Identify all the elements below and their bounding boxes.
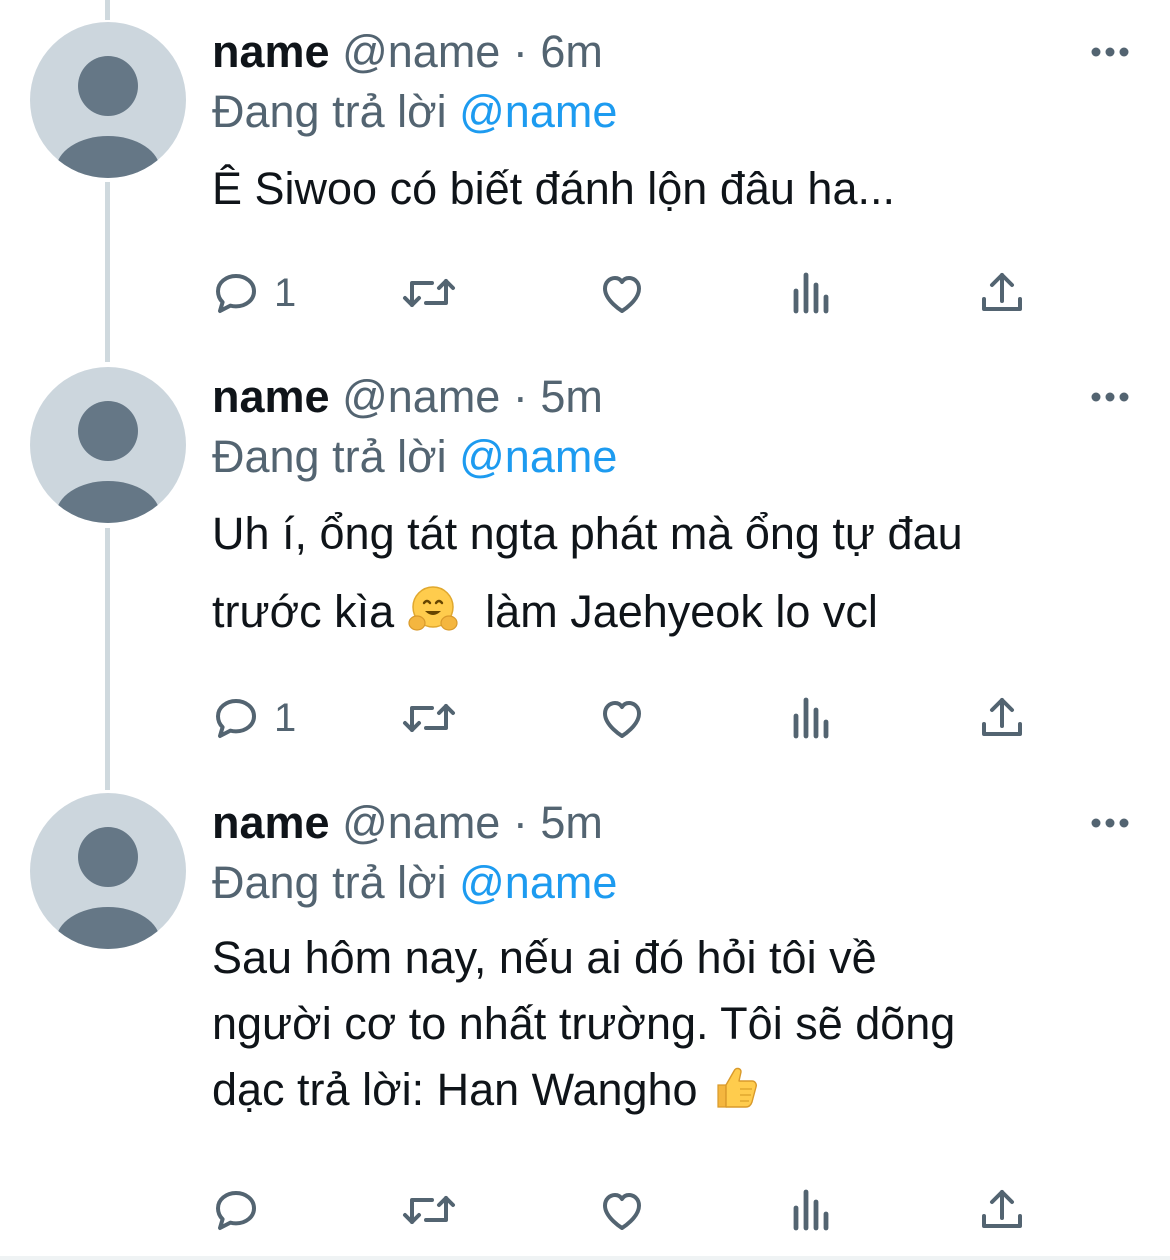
tweet-text-line: Sau hôm nay, nếu ai đó hỏi tôi về	[212, 932, 877, 983]
reply-button[interactable]	[212, 1185, 274, 1235]
timestamp[interactable]: 6m	[540, 26, 603, 77]
replying-prefix: Đang trả lời	[212, 857, 460, 908]
tweet[interactable]: name @name · 5m Đang trả lời @name Uh í,…	[0, 367, 1170, 767]
hugging-face-icon	[408, 586, 458, 631]
action-bar: 1	[212, 268, 1032, 318]
share-button[interactable]	[978, 268, 1026, 318]
tweet[interactable]: name @name · 5m Đang trả lời @name Sau h…	[0, 793, 1170, 1260]
retweet-button[interactable]	[402, 268, 456, 318]
handle[interactable]: @name	[342, 371, 500, 422]
handle[interactable]: @name	[342, 797, 500, 848]
share-button[interactable]	[978, 1185, 1026, 1235]
mention-link[interactable]: @name	[459, 86, 617, 137]
analytics-button[interactable]	[790, 693, 834, 743]
more-icon	[1091, 818, 1129, 828]
tweet-text: Sau hôm nay, nếu ai đó hỏi tôi về người …	[212, 925, 1140, 1131]
default-avatar-icon	[56, 56, 160, 178]
share-button[interactable]	[978, 693, 1026, 743]
tweet-text: Ê Siwoo có biết đánh lộn đâu ha...	[212, 150, 1140, 228]
retweet-button[interactable]	[402, 693, 456, 743]
reply-button[interactable]: 1	[212, 268, 296, 318]
thread-line	[105, 0, 110, 20]
divider	[0, 1256, 1170, 1260]
default-avatar-icon	[56, 401, 160, 523]
mention-link[interactable]: @name	[459, 857, 617, 908]
more-button[interactable]	[1080, 22, 1140, 82]
analytics-button[interactable]	[790, 1185, 834, 1235]
avatar[interactable]	[30, 22, 186, 178]
display-name[interactable]: name	[212, 26, 330, 77]
replying-prefix: Đang trả lời	[212, 431, 460, 482]
tweet-text-fragment: dạc trả lời: Han Wangho	[212, 1064, 698, 1115]
timestamp[interactable]: 5m	[540, 797, 603, 848]
tweet-header: name @name · 5m	[212, 793, 1140, 853]
display-name[interactable]: name	[212, 371, 330, 422]
tweet-header: name @name · 5m	[212, 367, 1140, 427]
tweet-text-line: trước kìa làm Jaehyeok lo vcl	[212, 573, 1140, 659]
default-avatar-icon	[56, 827, 160, 949]
more-button[interactable]	[1080, 367, 1140, 427]
handle[interactable]: @name	[342, 26, 500, 77]
replying-to: Đang trả lời @name	[212, 853, 1140, 913]
separator: ·	[500, 371, 541, 422]
reply-button[interactable]: 1	[212, 693, 296, 743]
reply-icon	[216, 1191, 256, 1230]
avatar[interactable]	[30, 367, 186, 523]
analytics-icon	[793, 697, 829, 739]
display-name[interactable]: name	[212, 797, 330, 848]
reply-count: 1	[274, 270, 297, 315]
like-icon	[603, 276, 641, 313]
like-button[interactable]	[598, 1185, 646, 1235]
analytics-icon	[793, 272, 829, 314]
reply-icon	[216, 699, 256, 738]
tweet-text-line: Uh í, ổng tát ngta phát mà ổng tự đau	[212, 508, 963, 559]
tweet-text-fragment: làm Jaehyeok lo vcl	[485, 586, 878, 637]
action-bar	[212, 1185, 1032, 1235]
timestamp[interactable]: 5m	[540, 371, 603, 422]
thumbs-up-emoji	[710, 1061, 762, 1131]
action-bar: 1	[212, 693, 1032, 743]
replying-to: Đang trả lời @name	[212, 427, 1140, 487]
tweet-text: Uh í, ổng tát ngta phát mà ổng tự đau tr…	[212, 495, 1140, 659]
like-button[interactable]	[598, 268, 646, 318]
like-icon	[603, 1193, 641, 1230]
reply-icon	[216, 274, 256, 313]
analytics-icon	[793, 1189, 829, 1231]
tweet-text-line: Ê Siwoo có biết đánh lộn đâu ha...	[212, 163, 895, 214]
retweet-icon	[403, 279, 455, 307]
retweet-icon	[403, 1196, 455, 1224]
tweet-header: name @name · 6m	[212, 22, 1140, 82]
tweet-text-line: người cơ to nhất trường. Tôi sẽ dõng	[212, 998, 956, 1049]
more-button[interactable]	[1080, 793, 1140, 853]
like-button[interactable]	[598, 693, 646, 743]
avatar[interactable]	[30, 793, 186, 949]
share-icon	[982, 273, 1022, 311]
separator: ·	[500, 797, 541, 848]
tweet-text-line: dạc trả lời: Han Wangho	[212, 1057, 1140, 1131]
hugging-face-emoji	[407, 581, 459, 659]
more-icon	[1091, 47, 1129, 57]
separator: ·	[500, 26, 541, 77]
retweet-icon	[403, 704, 455, 732]
share-icon	[982, 698, 1022, 736]
tweet-text-fragment: trước kìa	[212, 586, 395, 637]
share-icon	[982, 1190, 1022, 1228]
more-icon	[1091, 392, 1129, 402]
retweet-button[interactable]	[402, 1185, 456, 1235]
like-icon	[603, 701, 641, 738]
mention-link[interactable]: @name	[459, 431, 617, 482]
replying-prefix: Đang trả lời	[212, 86, 460, 137]
tweet[interactable]: name @name · 6m Đang trả lời @name Ê Siw…	[0, 22, 1170, 342]
thumbs-up-icon	[717, 1067, 758, 1108]
analytics-button[interactable]	[790, 268, 834, 318]
reply-count: 1	[274, 695, 297, 740]
replying-to: Đang trả lời @name	[212, 82, 1140, 142]
